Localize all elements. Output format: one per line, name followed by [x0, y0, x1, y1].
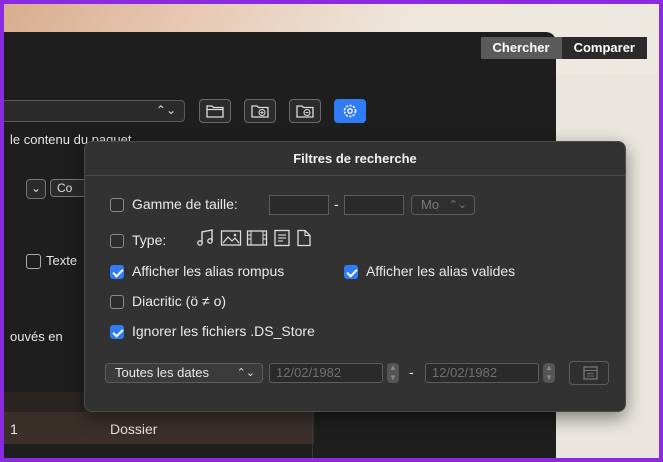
tab-chercher[interactable]: Chercher: [480, 37, 562, 59]
end-date-field[interactable]: 12/02/1982: [425, 363, 539, 383]
type-checkbox[interactable]: [110, 234, 124, 248]
date-range-value: Toutes les dates: [115, 365, 209, 380]
diacritic-checkbox[interactable]: [110, 295, 124, 309]
text-option-label: Texte: [46, 253, 78, 268]
screenshot-frame: Chercher Comparer ⌃⌄ le contenu du paque…: [0, 0, 663, 462]
size-range-separator: -: [334, 196, 339, 212]
start-date-field[interactable]: 12/02/1982: [269, 363, 383, 383]
size-unit-select[interactable]: Mo ⌃⌄: [411, 195, 475, 215]
show-valid-aliases-checkbox[interactable]: [344, 265, 358, 279]
folder-remove-icon: [296, 105, 314, 118]
table-row-selected[interactable]: [4, 412, 314, 444]
size-range-label: Gamme de taille:: [132, 196, 238, 212]
small-dropdown-button[interactable]: ⌄: [26, 179, 46, 199]
date-range-select[interactable]: Toutes les dates ⌃⌄: [105, 363, 263, 383]
calendar-icon: [583, 366, 598, 380]
show-valid-aliases-label: Afficher les alias valides: [366, 263, 516, 279]
popover-divider: [85, 175, 625, 176]
music-note-icon[interactable]: [195, 228, 215, 248]
blank-document-icon[interactable]: [295, 228, 313, 248]
folder-icon: [206, 105, 224, 118]
image-icon[interactable]: [220, 228, 242, 248]
chevron-updown-icon: ⌃⌄: [236, 367, 255, 379]
text-checkbox[interactable]: [26, 254, 41, 269]
filters-settings-button[interactable]: [334, 99, 366, 123]
folder-button[interactable]: [199, 99, 231, 123]
row-number: 1: [10, 421, 18, 437]
film-icon[interactable]: [246, 228, 268, 248]
tab-comparer[interactable]: Comparer: [561, 37, 647, 59]
show-broken-aliases-label: Afficher les alias rompus: [132, 263, 285, 279]
ignore-ds-store-label: Ignorer les fichiers .DS_Store: [132, 323, 315, 339]
location-select[interactable]: ⌃⌄: [4, 100, 185, 122]
diacritic-label: Diacritic (ö ≠ o): [132, 293, 227, 309]
ignore-ds-store-checkbox[interactable]: [110, 325, 124, 339]
show-broken-aliases-checkbox[interactable]: [110, 265, 124, 279]
type-label: Type:: [132, 232, 167, 248]
folder-add-icon: [251, 105, 269, 118]
results-found-label: ouvés en: [10, 329, 63, 344]
chevron-updown-icon: ⌃⌄: [448, 199, 467, 211]
text-document-icon[interactable]: [272, 228, 292, 248]
size-unit-value: Mo: [421, 197, 440, 212]
gear-icon: [343, 104, 357, 118]
remove-folder-button[interactable]: [289, 99, 321, 123]
calendar-button[interactable]: [569, 361, 609, 385]
size-max-field[interactable]: [344, 195, 404, 215]
mode-tabs: Chercher Comparer: [480, 37, 647, 59]
date-range-separator: -: [409, 364, 414, 380]
chevron-updown-icon: ⌃⌄: [155, 103, 176, 117]
end-date-stepper[interactable]: ▲ ▼: [543, 363, 555, 383]
size-min-field[interactable]: [269, 195, 329, 215]
start-date-stepper[interactable]: ▲ ▼: [387, 363, 399, 383]
size-range-checkbox[interactable]: [110, 198, 124, 212]
add-folder-button[interactable]: [244, 99, 276, 123]
search-filters-popover: Filtres de recherche Gamme de taille: - …: [84, 141, 626, 412]
row-kind: Dossier: [110, 421, 158, 437]
popover-title: Filtres de recherche: [293, 151, 417, 166]
